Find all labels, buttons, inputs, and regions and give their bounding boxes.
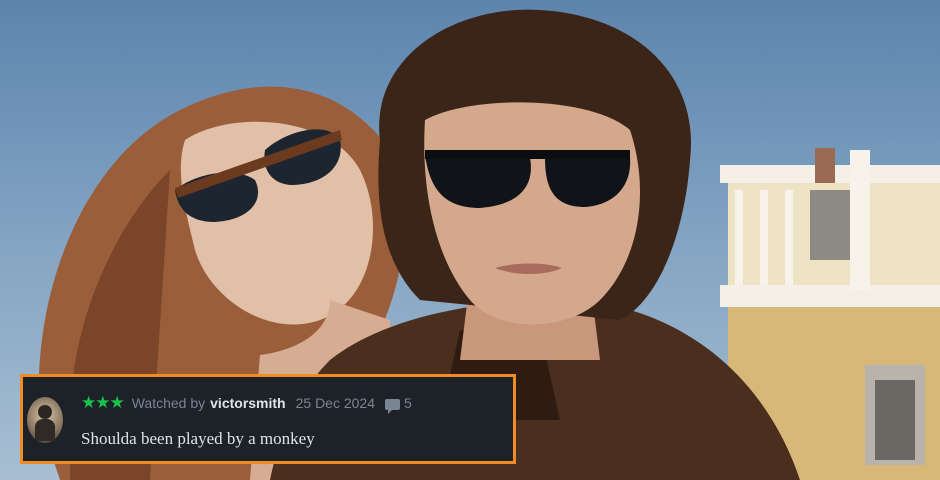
username-link[interactable]: victorsmith (210, 395, 285, 411)
review-meta: ★★★ Watched by victorsmith 25 Dec 2024 5 (81, 393, 412, 414)
comment-bubble-icon[interactable] (385, 398, 401, 414)
watched-by-label: Watched by (131, 395, 206, 411)
review-text: Shoulda been played by a monkey (81, 429, 315, 448)
avatar-body (35, 419, 55, 441)
star-rating-icon: ★★★ (81, 393, 125, 412)
avatar-head (38, 405, 52, 419)
comment-count[interactable]: 5 (404, 395, 412, 411)
review-date[interactable]: 25 Dec 2024 (296, 395, 375, 411)
review-card[interactable]: ★★★ Watched by victorsmith 25 Dec 2024 5… (20, 374, 516, 464)
avatar[interactable] (27, 397, 63, 443)
